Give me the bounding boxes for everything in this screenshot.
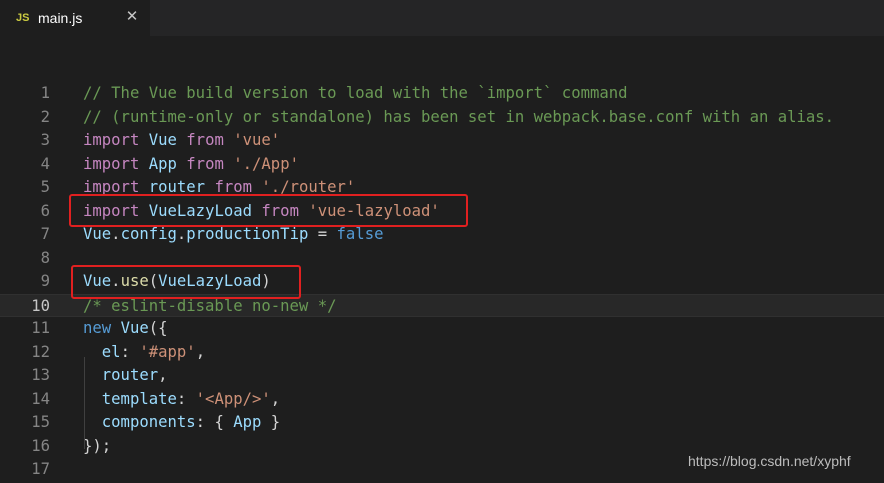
tab-bar: JS main.js ✕ [0, 0, 884, 36]
line-number: 6 [40, 201, 50, 220]
code-token: Vue [83, 225, 112, 243]
code-token: false [336, 225, 384, 243]
line-number: 13 [31, 366, 50, 384]
code-token: , [158, 366, 168, 384]
code-text: import Vue from 'vue' [83, 129, 280, 153]
line-number: 5 [40, 178, 50, 196]
code-token: , [195, 342, 206, 361]
code-text: // The Vue build version to load with th… [83, 82, 628, 106]
code-line[interactable]: 14 template: '<App/>', [0, 388, 884, 412]
code-text: template: '<App/>', [83, 388, 280, 412]
code-line[interactable]: 11 new Vue({ [0, 317, 884, 341]
code-line[interactable]: 15 components: { App } [0, 411, 884, 435]
code-line[interactable]: 2 // (runtime-only or standalone) has bee… [0, 106, 884, 130]
watermark: https://blog.csdn.net/xyphf [688, 453, 851, 469]
code-token: App [148, 154, 177, 173]
code-token: /* eslint-disable no-new */ [83, 296, 337, 315]
code-token: // (runtime-only or standalone) has been… [83, 107, 835, 126]
code-text: import App from './App' [83, 153, 299, 177]
close-icon[interactable]: ✕ [124, 9, 140, 25]
line-number: 2 [40, 107, 50, 126]
code-token: : [120, 342, 140, 361]
line-number: 15 [31, 413, 50, 431]
code-token: './App' [233, 154, 299, 173]
code-token: from [186, 131, 224, 149]
code-token: } [261, 413, 281, 431]
code-token: '<App/>' [195, 389, 271, 408]
line-number: 16 [31, 436, 50, 455]
code-line[interactable]: 13 router, [0, 364, 884, 388]
highlight-box-vue-use [71, 265, 301, 299]
code-line[interactable]: 4 import App from './App' [0, 153, 884, 177]
line-number: 1 [40, 84, 50, 102]
code-token: components [101, 413, 196, 431]
code-text: // (runtime-only or standalone) has been… [83, 106, 834, 130]
code-token: new [83, 319, 112, 337]
highlight-box-import-vuelazyload [69, 194, 468, 227]
code-token: , [270, 389, 281, 408]
code-token: = [308, 225, 337, 243]
code-token: App [233, 413, 262, 431]
code-text: new Vue({ [83, 317, 168, 341]
code-line[interactable]: 3 import Vue from 'vue' [0, 129, 884, 153]
line-number: 11 [31, 319, 50, 337]
code-line[interactable]: 1 // The Vue build version to load with t… [0, 82, 884, 106]
code-token: el [101, 342, 121, 361]
line-number: 3 [40, 131, 50, 149]
code-token: Vue [148, 131, 177, 149]
code-token: Vue [120, 319, 149, 337]
code-token: : [176, 389, 196, 408]
code-token: : { [195, 413, 234, 431]
code-token: // The Vue build version to load with th… [83, 84, 628, 102]
code-token: import [83, 131, 140, 149]
code-token: template [101, 389, 177, 408]
code-token: config [120, 225, 177, 243]
code-token: }); [83, 436, 112, 455]
code-text: router, [83, 364, 168, 388]
line-number: 17 [31, 460, 50, 478]
line-number: 9 [40, 272, 50, 290]
code-token: ({ [148, 319, 168, 337]
line-number: 10 [31, 296, 50, 315]
code-token: from [186, 154, 224, 173]
code-token: import [83, 154, 140, 173]
code-editor[interactable]: 1 // The Vue build version to load with t… [0, 36, 884, 483]
indent-guide [84, 357, 85, 449]
line-number: 8 [40, 248, 50, 267]
code-text: components: { App } [83, 411, 280, 435]
javascript-file-icon: JS [16, 12, 30, 24]
code-text: }); [83, 435, 111, 459]
tab-label: main.js [38, 10, 83, 26]
code-token: . [111, 225, 121, 243]
code-text: el: '#app', [83, 341, 205, 365]
tab-main-js[interactable]: JS main.js ✕ [0, 0, 150, 36]
line-number: 7 [40, 225, 50, 243]
code-token: 'vue' [233, 131, 281, 149]
line-number: 4 [40, 154, 50, 173]
code-token: '#app' [139, 342, 196, 361]
code-line[interactable]: 12 el: '#app', [0, 341, 884, 365]
code-token: . [176, 225, 187, 243]
code-token: productionTip [186, 225, 309, 243]
line-number: 12 [31, 342, 50, 361]
code-token: router [101, 366, 159, 384]
line-number: 14 [31, 389, 50, 408]
